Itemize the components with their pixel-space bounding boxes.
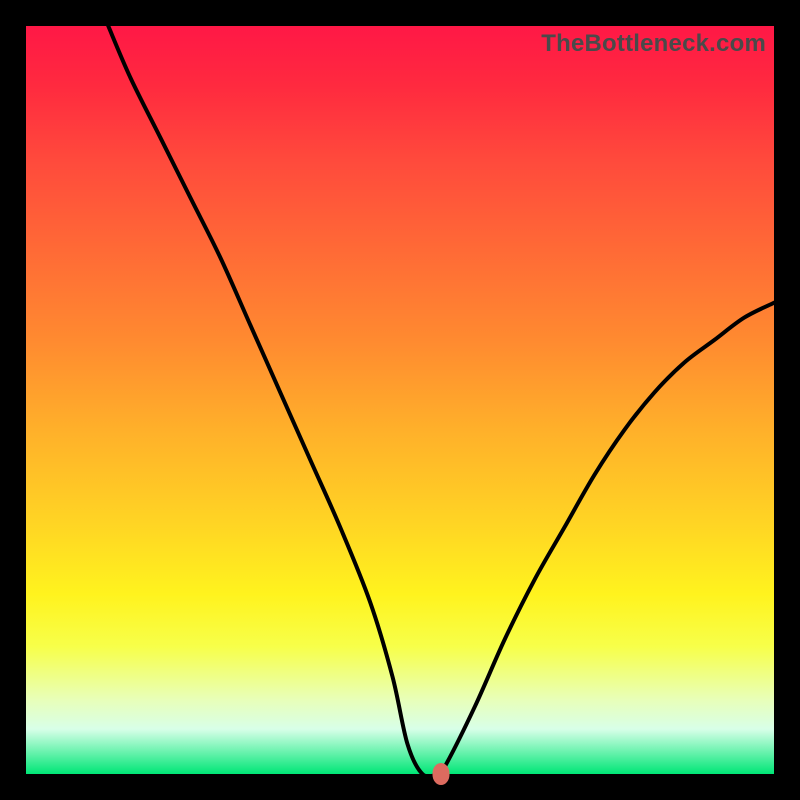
bottleneck-curve	[108, 26, 774, 774]
marker-dot	[433, 763, 450, 785]
curve-svg	[26, 26, 774, 774]
chart-frame: TheBottleneck.com	[0, 0, 800, 800]
plot-area: TheBottleneck.com	[26, 26, 774, 774]
